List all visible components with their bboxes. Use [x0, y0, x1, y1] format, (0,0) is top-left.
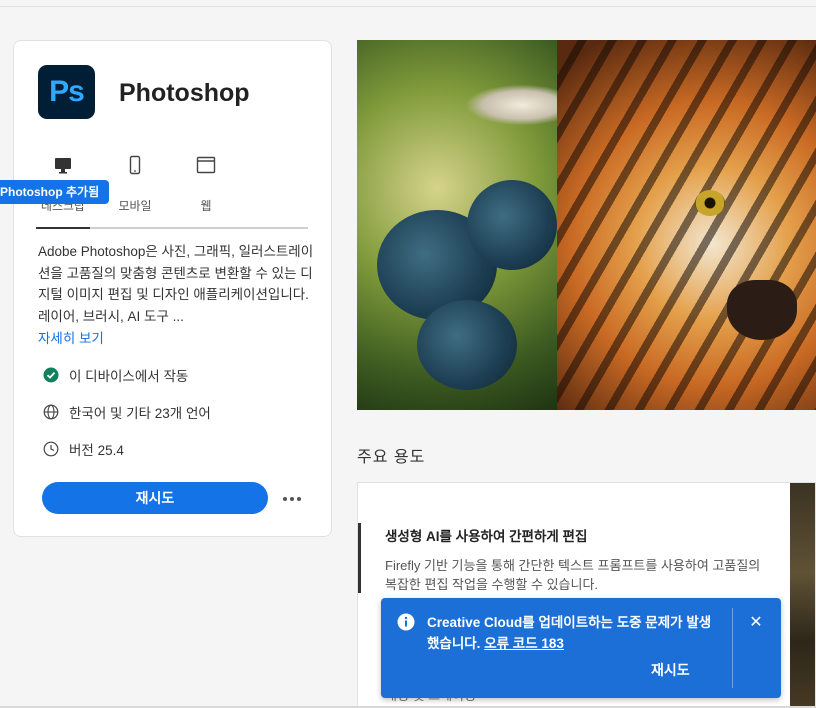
tab-mobile[interactable]: 모바일	[100, 151, 170, 227]
hero-tiger-art	[557, 40, 816, 410]
hero-flower-art	[417, 300, 517, 390]
close-icon[interactable]: ✕	[743, 610, 769, 636]
compatibility-text: 이 디바이스에서 작동	[69, 369, 189, 384]
language-text: 한국어 및 기타 23개 언어	[69, 406, 211, 421]
check-circle-icon	[43, 367, 59, 383]
browser-icon	[196, 156, 216, 174]
error-code-link[interactable]: 오류 코드 183	[484, 636, 564, 651]
clock-icon	[43, 441, 59, 457]
feature-title: 생성형 AI를 사용하여 간편하게 편집	[385, 529, 588, 544]
tab-mobile-label: 모바일	[118, 199, 152, 213]
desktop-icon	[55, 158, 71, 174]
compatibility-info: 이 디바이스에서 작동	[43, 365, 188, 385]
toast-message-text: Creative Cloud를 업데이트하는 도중 문제가 발생했습니다.	[427, 615, 712, 651]
info-icon	[397, 613, 415, 631]
retry-button[interactable]: 재시도	[42, 482, 268, 514]
mobile-icon	[129, 155, 141, 175]
version-info: 버전 25.4	[43, 439, 124, 459]
read-more-link[interactable]: 자세히 보기	[38, 327, 104, 347]
globe-icon	[43, 404, 59, 420]
feature-active-bar	[358, 523, 361, 593]
feature-preview-image	[790, 483, 815, 707]
app-description: Adobe Photoshop은 사진, 그래픽, 일러스트레이션을 고품질의 …	[38, 244, 314, 324]
logo-text: Ps	[49, 75, 85, 108]
tab-web-label: 웹	[200, 199, 212, 213]
hero-image	[357, 40, 816, 410]
app-title: Photoshop	[119, 79, 250, 107]
language-info: 한국어 및 기타 23개 언어	[43, 402, 211, 422]
hero-tiger-nose-art	[727, 280, 797, 340]
tab-web[interactable]: 웹	[171, 151, 241, 227]
hero-tiger-eye-art	[695, 190, 725, 216]
photoshop-logo: Ps	[38, 65, 95, 119]
error-toast: Creative Cloud를 업데이트하는 도중 문제가 발생했습니다. 오류…	[381, 598, 781, 698]
app-detail-card: Ps Photoshop 데스크탑 모바일 웹 Adobe Photoshop은…	[13, 40, 332, 537]
toast-retry-button[interactable]: 재시도	[651, 660, 690, 680]
version-text: 버전 25.4	[69, 443, 124, 458]
toast-divider	[732, 608, 733, 688]
section-title: 주요 용도	[357, 449, 426, 466]
added-tooltip: Photoshop 추가됨	[0, 180, 110, 204]
more-horizontal-icon[interactable]	[278, 489, 306, 509]
feature-description: Firefly 기반 기능을 통해 간단한 텍스트 프롬프트를 사용하여 고품질…	[385, 558, 761, 592]
hero-flower-art	[467, 180, 557, 270]
top-divider	[0, 6, 816, 7]
toast-message: Creative Cloud를 업데이트하는 도중 문제가 발생했습니다. 오류…	[427, 612, 717, 654]
